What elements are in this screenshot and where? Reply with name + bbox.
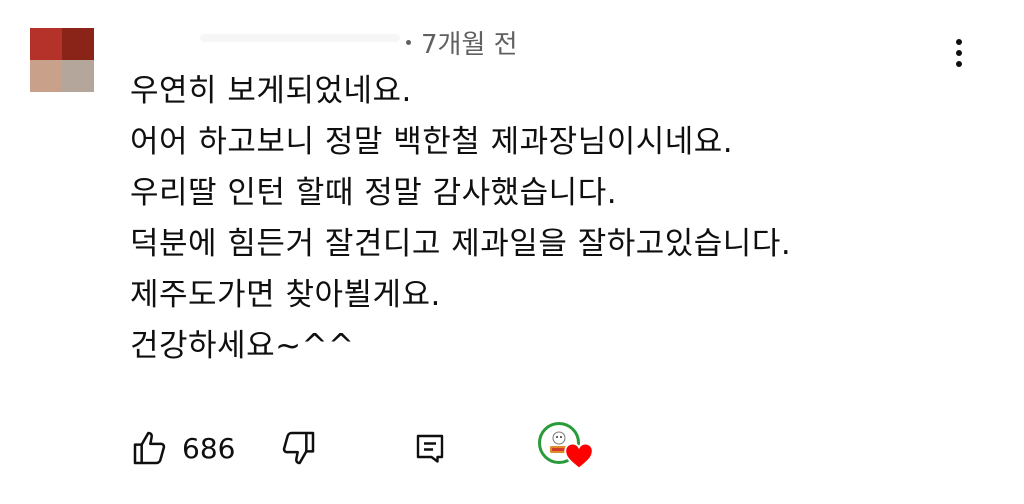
thumbs-up-icon <box>133 431 166 465</box>
like-button[interactable]: 686 <box>130 420 235 476</box>
comment-actions: 686 <box>130 420 630 476</box>
reply-button[interactable] <box>412 420 448 476</box>
separator-dot <box>406 40 411 45</box>
comment-line: 건강하세요~^^ <box>130 328 355 364</box>
avatar-pixel <box>30 28 62 60</box>
creator-heart-badge[interactable] <box>538 422 598 478</box>
dislike-button[interactable] <box>278 420 318 476</box>
more-vert-icon <box>956 39 962 45</box>
avatar-pixel <box>30 60 62 92</box>
comment-line: 제주도가면 찾아뵐게요. <box>130 277 441 313</box>
comment-timestamp[interactable]: 7개월 전 <box>421 24 518 61</box>
comment-header: 7개월 전 <box>130 22 910 61</box>
comment-meta: 7개월 전 <box>406 24 518 61</box>
comment-text: 우연히 보게되었네요. 어어 하고보니 정말 백한철 제과장님이시네요. 우리딸… <box>130 66 990 372</box>
more-vert-icon <box>956 50 962 56</box>
comment-line: 어어 하고보니 정말 백한철 제과장님이시네요. <box>130 124 734 160</box>
avatar-pixel <box>62 60 94 92</box>
thumbs-down-icon <box>282 431 315 465</box>
heart-icon <box>564 442 594 470</box>
avatar-pixel <box>62 28 94 60</box>
comment-line: 우리딸 인턴 할때 정말 감사했습니다. <box>130 175 618 211</box>
avatar[interactable] <box>30 28 94 92</box>
comment-line: 우연히 보게되었네요. <box>130 73 412 109</box>
comment-line: 덕분에 힘든거 잘견디고 제과일을 잘하고있습니다. <box>130 226 792 262</box>
reply-icon <box>416 434 444 463</box>
like-count: 686 <box>182 431 236 465</box>
author-name[interactable] <box>200 34 400 42</box>
